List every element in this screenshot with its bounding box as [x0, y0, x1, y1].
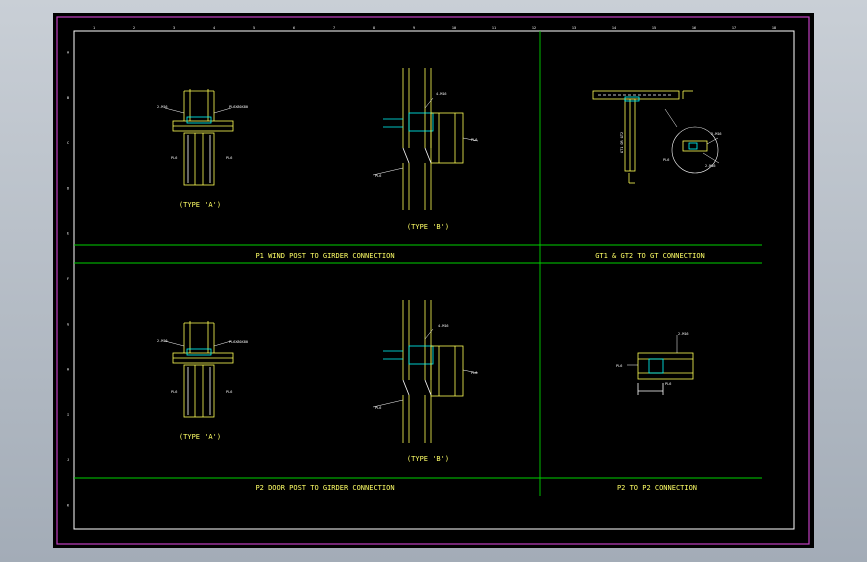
ruler-top-label: 5	[253, 26, 255, 30]
note-pl6-a2: PL6	[226, 156, 232, 160]
detail-type-b-bottom	[372, 300, 479, 443]
note-4m16-top: 4-M16	[436, 92, 447, 96]
note-pl6-b4: PL6	[471, 371, 477, 375]
drawing-sheet: 1 2 3 4 5 6 7 8 9 10 11 12 13 14 15 16 17 18 ABCDEFGHIJK …	[53, 13, 814, 548]
ruler-top-label: 6	[293, 26, 295, 30]
note-gt-pl6: PL6	[663, 158, 669, 162]
ruler-left-label: C	[67, 141, 69, 145]
ruler-top-label: 14	[612, 26, 616, 30]
detail-type-b-top	[372, 68, 479, 210]
ruler-top-label: 13	[572, 26, 576, 30]
ruler-top-label: 17	[732, 26, 736, 30]
ruler-left-label: I	[67, 413, 69, 417]
section-title-p1: P1 WIND POST TO GIRDER CONNECTION	[255, 252, 394, 260]
ruler-top-label: 3	[173, 26, 175, 30]
ruler-top-label: 12	[532, 26, 536, 30]
note-2m16-top: 2-M16	[157, 105, 168, 109]
ruler-top-label: 4	[213, 26, 215, 30]
ruler-left-label: F	[67, 277, 69, 281]
note-plate-top: PL6X80X80	[229, 105, 248, 109]
note-gt-2m16-b: 2-M16	[705, 164, 716, 168]
note-pl6-a1: PL6	[171, 156, 177, 160]
ruler-left-label: K	[67, 503, 70, 507]
ruler-left-label: J	[67, 458, 69, 462]
note-pl6-a3: PL6	[171, 390, 177, 394]
type-a-top-label: (TYPE 'A')	[179, 201, 221, 209]
section-title-p2: P2 DOOR POST TO GIRDER CONNECTION	[255, 484, 394, 492]
ruler-top-label: 18	[772, 26, 776, 30]
note-pl6-b1: PL6	[375, 174, 381, 178]
ruler-top-label: 16	[692, 26, 696, 30]
note-p2-pl6b: PL6	[665, 382, 671, 386]
ruler-top-label: 2	[133, 26, 135, 30]
note-p2-2m16: 2-M16	[678, 332, 689, 336]
note-4m16-bottom: 4-M16	[438, 324, 449, 328]
ruler-left-label: H	[67, 368, 69, 372]
type-b-top-label: (TYPE 'B')	[407, 223, 449, 231]
ruler-left-label: E	[67, 232, 69, 236]
left-ruler: A B C D E F G H I J K	[67, 51, 70, 508]
section-title-gt: GT1 & GT2 TO GT CONNECTION	[595, 252, 705, 260]
ruler-left-label: A	[67, 51, 70, 55]
type-a-bottom-label: (TYPE 'A')	[179, 433, 221, 441]
detail-p2-to-p2	[627, 335, 694, 395]
ruler-top-label: 8	[373, 26, 375, 30]
note-pl6-a4: PL6	[226, 390, 232, 394]
detail-type-a-bottom	[164, 321, 234, 418]
note-plate-bottom: PL6X80X80	[229, 340, 248, 344]
note-pl6-b3: PL6	[375, 406, 381, 410]
note-2m16-bottom: 2-M16	[157, 339, 168, 343]
note-p2-pl6a: PL6	[616, 364, 622, 368]
ruler-left-label: G	[67, 322, 69, 326]
type-b-bottom-label: (TYPE 'B')	[407, 455, 449, 463]
note-pl6-b2: PL6	[471, 138, 477, 142]
section-title-p2p2: P2 TO P2 CONNECTION	[617, 484, 697, 492]
sheet-frame	[56, 16, 810, 545]
ruler-left-label: B	[67, 96, 69, 100]
ruler-top-label: 11	[492, 26, 496, 30]
note-gt-2m16-a: 2-M16	[711, 132, 722, 136]
ruler-left-label: D	[67, 186, 69, 190]
ruler-top-label: 15	[652, 26, 656, 30]
top-ruler: 1 2 3 4 5 6 7 8 9 10 11 12 13 14 15 16 17 18	[93, 26, 776, 30]
note-gt1-gt2: GT1 OR GT2	[620, 132, 624, 153]
detail-gt-connection	[592, 90, 720, 184]
detail-type-a-top	[164, 89, 234, 186]
ruler-top-label: 7	[333, 26, 335, 30]
ruler-top-label: 10	[452, 26, 456, 30]
section-grid	[74, 31, 762, 496]
ruler-top-label: 1	[93, 26, 95, 30]
ruler-top-label: 9	[413, 26, 415, 30]
